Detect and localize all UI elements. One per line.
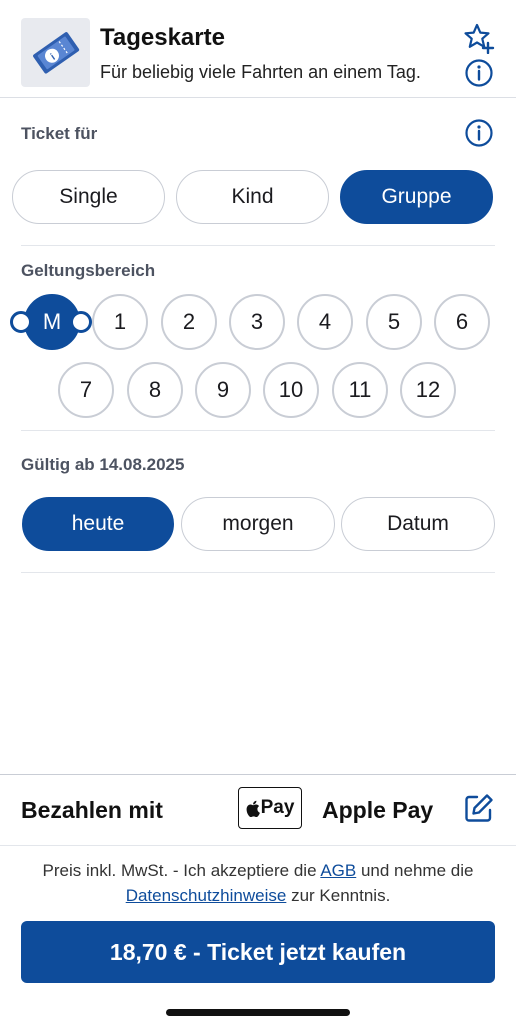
- ticket-for-label: Ticket für: [21, 124, 98, 143]
- agb-link[interactable]: AGB: [320, 861, 356, 880]
- zones-label: Geltungsbereich: [21, 261, 156, 280]
- legal-text: Preis inkl. MwSt. - Ich akzeptiere die: [42, 861, 321, 880]
- zone-1[interactable]: 1: [92, 294, 148, 350]
- footer-divider: [0, 845, 516, 846]
- valid-option-morgen[interactable]: morgen: [181, 497, 335, 551]
- zone-2[interactable]: 2: [161, 294, 217, 350]
- ticket-option-single[interactable]: Single: [12, 170, 165, 224]
- page-title: Tageskarte: [100, 24, 225, 51]
- zone-7[interactable]: 7: [58, 362, 114, 418]
- apple-logo-icon: [246, 800, 260, 817]
- edit-icon[interactable]: [463, 792, 495, 824]
- valid-option-datum[interactable]: Datum: [341, 497, 495, 551]
- valid-from-label: Gültig ab 14.08.2025: [21, 455, 185, 474]
- legal-text: zur Kenntnis.: [286, 886, 391, 905]
- ticket-option-kind[interactable]: Kind: [176, 170, 329, 224]
- favorite-add-icon[interactable]: [463, 22, 495, 54]
- zone-connector-left: [10, 311, 32, 333]
- section-divider: [21, 430, 495, 431]
- apple-pay-badge: Pay: [238, 787, 302, 829]
- zone-11[interactable]: 11: [332, 362, 388, 418]
- section-divider: [21, 245, 495, 246]
- legal-text: und nehme die: [356, 861, 474, 880]
- zone-3[interactable]: 3: [229, 294, 285, 350]
- apple-pay-badge-text: Pay: [260, 797, 295, 818]
- info-icon[interactable]: [464, 58, 494, 88]
- valid-option-heute[interactable]: heute: [22, 497, 174, 551]
- zone-5[interactable]: 5: [366, 294, 422, 350]
- zone-9[interactable]: 9: [195, 362, 251, 418]
- privacy-link[interactable]: Datenschutzhinweise: [126, 886, 287, 905]
- buy-ticket-button[interactable]: 18,70 € - Ticket jetzt kaufen: [21, 921, 495, 983]
- zone-connector-right: [70, 311, 92, 333]
- zone-8[interactable]: 8: [127, 362, 183, 418]
- zone-12[interactable]: 12: [400, 362, 456, 418]
- payment-method-name: Apple Pay: [322, 797, 434, 823]
- zone-4[interactable]: 4: [297, 294, 353, 350]
- checkout-footer: Bezahlen mit Pay Apple Pay Preis inkl. M…: [0, 774, 516, 1024]
- page-subtitle: Für beliebig viele Fahrten an einem Tag.: [100, 62, 421, 82]
- section-divider: [21, 572, 495, 573]
- zone-6[interactable]: 6: [434, 294, 490, 350]
- ticket-icon: i: [21, 18, 90, 87]
- pay-with-label: Bezahlen mit: [21, 797, 163, 823]
- legal-notice: Preis inkl. MwSt. - Ich akzeptiere die A…: [20, 858, 496, 908]
- ticket-header: i Tageskarte Für beliebig viele Fahrten …: [0, 0, 516, 98]
- zone-10[interactable]: 10: [263, 362, 319, 418]
- home-indicator: [166, 1009, 350, 1016]
- ticket-option-gruppe[interactable]: Gruppe: [340, 170, 493, 224]
- ticket-for-info-icon[interactable]: [464, 118, 494, 148]
